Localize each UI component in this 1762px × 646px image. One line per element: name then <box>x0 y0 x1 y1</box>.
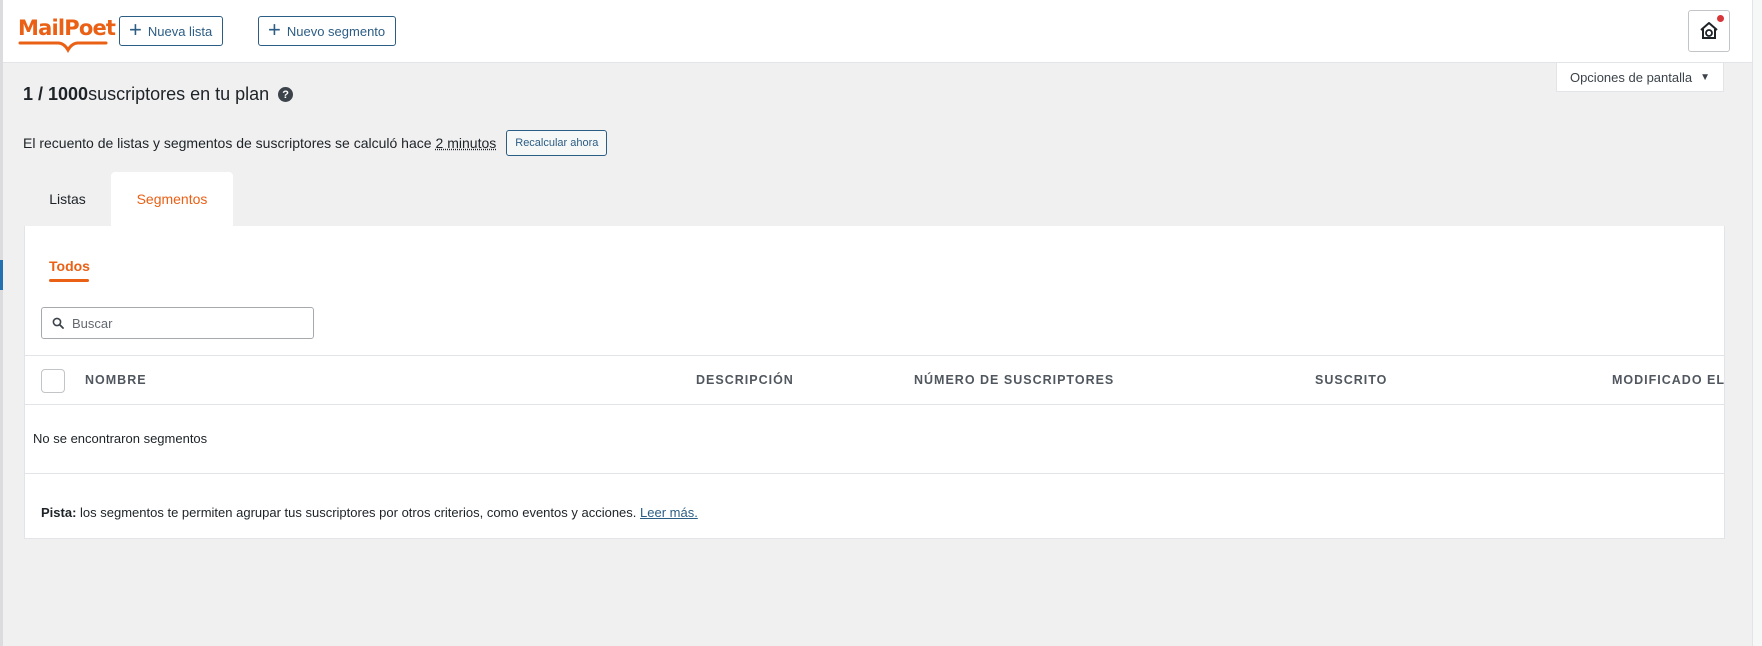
admin-sidebar-edge <box>0 0 3 646</box>
plus-icon: + <box>268 17 281 42</box>
help-button[interactable] <box>1688 10 1730 52</box>
new-list-label: Nueva lista <box>147 23 213 39</box>
search-box[interactable] <box>41 307 314 339</box>
learn-more-link[interactable]: Leer más. <box>640 505 698 520</box>
recount-time-ago: 2 minutos <box>435 135 497 151</box>
column-subscribers-count[interactable]: NÚMERO DE SUSCRIPTORES <box>914 373 1114 387</box>
filter-all[interactable]: Todos <box>49 258 90 274</box>
plan-suffix: suscriptores en tu plan <box>88 84 270 104</box>
new-list-button[interactable]: + Nueva lista <box>119 16 224 46</box>
top-bar: MailPoet + Nueva lista + Nuevo segmento <box>3 0 1752 63</box>
column-subscribed[interactable]: SUSCRITO <box>1315 373 1387 387</box>
search-input[interactable] <box>72 315 292 331</box>
recount-text: El recuento de listas y segmentos de sus… <box>23 135 432 151</box>
question-icon[interactable]: ? <box>278 87 294 102</box>
hint-row: Pista: los segmentos te permiten agrupar… <box>25 473 1724 538</box>
help-home-icon <box>1700 22 1718 39</box>
search-icon <box>52 317 64 329</box>
sidebar-active-indicator <box>0 260 3 290</box>
logo-underline-icon <box>18 41 108 53</box>
segments-panel: Todos NOMBRE DESCRIPCIÓN NÚMERO DE SUSCR… <box>24 226 1725 539</box>
mailpoet-logo[interactable]: MailPoet <box>18 16 120 53</box>
notification-dot <box>1717 15 1724 22</box>
logo-text: MailPoet <box>18 16 116 40</box>
column-modified[interactable]: MODIFICADO EL <box>1612 373 1725 387</box>
plus-icon: + <box>129 17 142 42</box>
column-name[interactable]: NOMBRE <box>85 373 147 387</box>
tab-lists[interactable]: Listas <box>24 172 111 226</box>
recount-info: El recuento de listas y segmentos de sus… <box>23 130 608 156</box>
caret-down-icon: ▼ <box>1700 71 1711 83</box>
select-all-checkbox[interactable] <box>41 369 65 393</box>
plan-count: 1 / 1000 <box>23 84 89 104</box>
new-segment-label: Nuevo segmento <box>286 23 386 39</box>
empty-message: No se encontraron segmentos <box>33 431 208 446</box>
recalculate-button[interactable]: Recalcular ahora <box>506 130 608 156</box>
hint-text: los segmentos te permiten agrupar tus su… <box>80 505 637 520</box>
tab-segments[interactable]: Segmentos <box>111 172 233 226</box>
column-description[interactable]: DESCRIPCIÓN <box>696 373 794 387</box>
filter-active-indicator <box>49 279 89 282</box>
page-scrollbar[interactable] <box>1752 0 1762 646</box>
hint-label: Pista: <box>41 505 77 520</box>
plan-usage: 1 / 1000 suscriptores en tu plan ? <box>23 84 294 105</box>
screen-options-toggle[interactable]: Opciones de pantalla ▼ <box>1556 63 1724 92</box>
screen-options-label: Opciones de pantalla <box>1569 69 1693 85</box>
table-header: NOMBRE DESCRIPCIÓN NÚMERO DE SUSCRIPTORE… <box>25 355 1724 405</box>
new-segment-button[interactable]: + Nuevo segmento <box>258 16 397 46</box>
